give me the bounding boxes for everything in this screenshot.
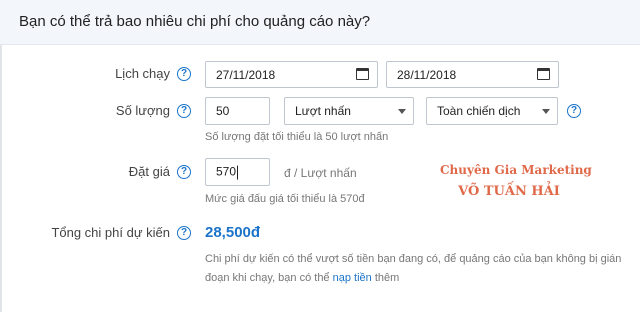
watermark-line2: VÕ TUẤN HẢI <box>458 184 560 199</box>
calendar-icon[interactable] <box>356 68 369 80</box>
quantity-label: Số lượng <box>115 103 170 118</box>
section-title: Bạn có thể trả bao nhiêu chi phí cho quả… <box>19 13 371 30</box>
start-date-value: 27/11/2018 <box>216 67 276 82</box>
start-date-input[interactable]: 27/11/2018 <box>205 61 378 88</box>
caret-down-icon <box>398 109 406 114</box>
total-note-tail: thêm <box>371 272 400 284</box>
bid-unit: đ / Lượt nhấn <box>284 166 357 180</box>
bid-value-wrap: 570 <box>216 164 239 180</box>
quantity-input[interactable]: 50 <box>205 97 270 125</box>
total-value: 28,500đ <box>205 224 261 241</box>
quantity-unit-select[interactable]: Lượt nhấn <box>284 97 414 125</box>
watermark-line1: Chuyên Gia Marketing <box>440 163 592 177</box>
bid-label: Đặt giá <box>128 164 170 179</box>
quantity-scope-value: Toàn chiến dịch <box>437 104 521 118</box>
schedule-label: Lịch chạy <box>115 66 170 81</box>
help-circle-icon[interactable]: ? <box>177 226 191 240</box>
quantity-scope-select[interactable]: Toàn chiến dịch <box>426 97 558 125</box>
help-circle-icon[interactable]: ? <box>177 165 191 179</box>
bid-hint: Mức giá đấu giá tối thiểu là 570đ <box>205 193 365 205</box>
quantity-hint: Số lượng đặt tối thiểu là 50 lượt nhấn <box>205 131 389 143</box>
quantity-value: 50 <box>216 104 230 118</box>
caret-down-icon <box>542 109 550 114</box>
help-circle-icon[interactable]: ? <box>177 104 191 118</box>
quantity-unit-value: Lượt nhấn <box>295 104 351 118</box>
calendar-icon[interactable] <box>537 68 550 80</box>
panel-border <box>0 45 2 312</box>
text-cursor <box>237 165 239 180</box>
bid-input[interactable]: 570 <box>205 158 270 186</box>
total-note-text: Chi phí dự kiến có thể vượt số tiền bạn … <box>205 253 622 284</box>
end-date-input[interactable]: 28/11/2018 <box>386 61 559 88</box>
total-note: Chi phí dự kiến có thể vượt số tiền bạn … <box>205 250 630 288</box>
end-date-value: 28/11/2018 <box>397 67 457 82</box>
section-header: Bạn có thể trả bao nhiêu chi phí cho quả… <box>0 0 640 45</box>
help-circle-icon[interactable]: ? <box>567 104 581 118</box>
bid-value: 570 <box>216 164 237 179</box>
help-circle-icon[interactable]: ? <box>177 67 191 81</box>
topup-link[interactable]: nạp tiền <box>333 272 372 284</box>
total-label: Tổng chi phí dự kiến <box>51 225 170 240</box>
